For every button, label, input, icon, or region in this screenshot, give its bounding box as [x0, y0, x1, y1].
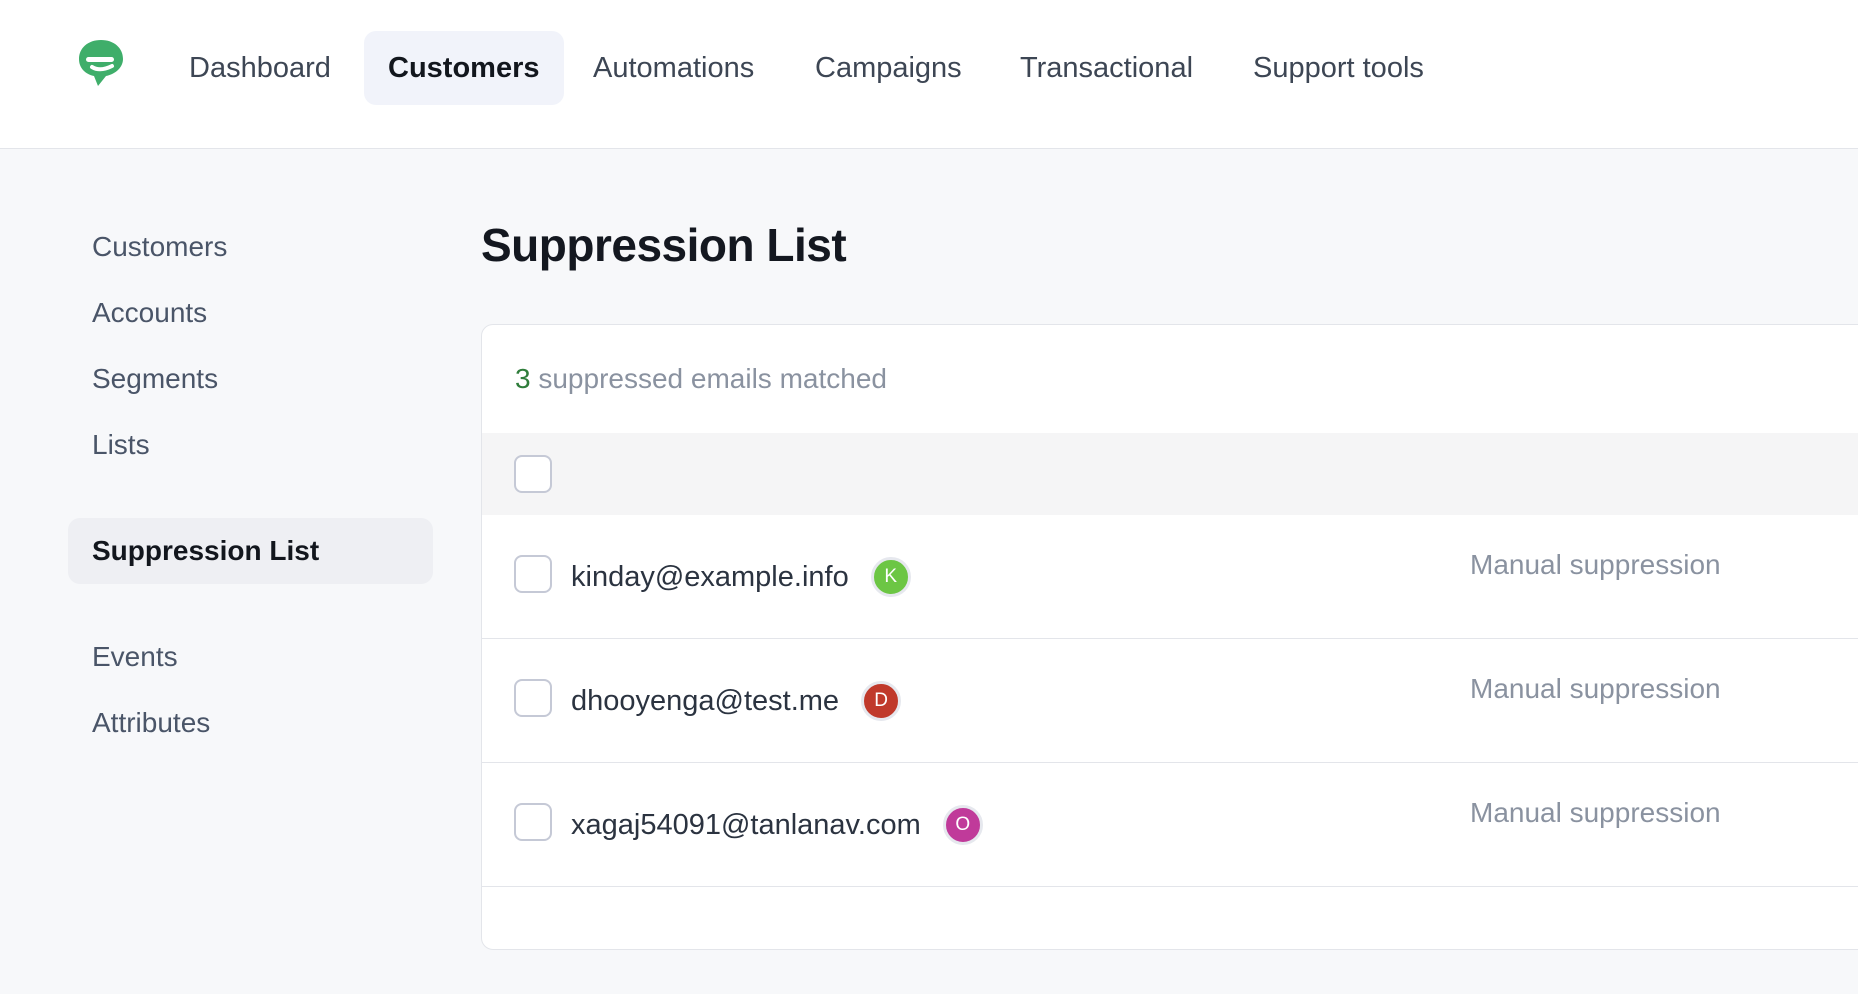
suppression-reason: Manual suppression: [1470, 797, 1721, 828]
sidebar-item-lists[interactable]: Lists: [68, 412, 433, 478]
nav-dashboard[interactable]: Dashboard: [165, 31, 355, 105]
sidebar-item-accounts[interactable]: Accounts: [68, 280, 433, 346]
row-email[interactable]: kinday@example.info: [571, 561, 849, 594]
sidebar-item-suppression-list[interactable]: Suppression List: [68, 518, 433, 584]
logo-icon[interactable]: [76, 38, 126, 88]
avatar: D: [861, 681, 902, 721]
avatar: K: [870, 557, 911, 597]
sidebar-item-segments[interactable]: Segments: [68, 346, 433, 412]
row-checkbox[interactable]: [514, 803, 552, 841]
sidebar-item-events[interactable]: Events: [68, 624, 433, 690]
page-title: Suppression List: [481, 219, 847, 271]
match-count-text: suppressed emails matched: [538, 363, 887, 394]
suppression-reason: Manual suppression: [1470, 673, 1721, 704]
nav-automations[interactable]: Automations: [569, 31, 778, 105]
suppression-reason: Manual suppression: [1470, 549, 1721, 580]
table-row[interactable]: kinday@example.info K Manual suppression: [482, 515, 1858, 639]
email-cell: dhooyenga@test.me D: [571, 639, 902, 763]
top-navigation-bar: Dashboard Customers Automations Campaign…: [0, 0, 1858, 149]
avatar: O: [942, 805, 983, 845]
sidebar-item-attributes[interactable]: Attributes: [68, 690, 433, 756]
sidebar-item-customers[interactable]: Customers: [68, 214, 433, 280]
row-checkbox[interactable]: [514, 555, 552, 593]
table-row[interactable]: xagaj54091@tanlanav.com O Manual suppres…: [482, 763, 1858, 887]
email-cell: xagaj54091@tanlanav.com O: [571, 763, 983, 887]
nav-campaigns[interactable]: Campaigns: [791, 31, 986, 105]
nav-support-tools[interactable]: Support tools: [1229, 31, 1448, 105]
row-checkbox[interactable]: [514, 679, 552, 717]
table-row[interactable]: dhooyenga@test.me D Manual suppression: [482, 639, 1858, 763]
row-email[interactable]: dhooyenga@test.me: [571, 685, 839, 718]
table-header-row: [482, 433, 1858, 515]
match-count: 3 suppressed emails matched: [515, 363, 887, 395]
select-all-checkbox[interactable]: [514, 455, 552, 493]
nav-customers[interactable]: Customers: [364, 31, 564, 105]
match-count-number: 3: [515, 363, 531, 394]
email-cell: kinday@example.info K: [571, 515, 911, 639]
suppression-table-card: 3 suppressed emails matched kinday@examp…: [481, 324, 1858, 950]
row-email[interactable]: xagaj54091@tanlanav.com: [571, 809, 921, 842]
nav-transactional[interactable]: Transactional: [996, 31, 1217, 105]
